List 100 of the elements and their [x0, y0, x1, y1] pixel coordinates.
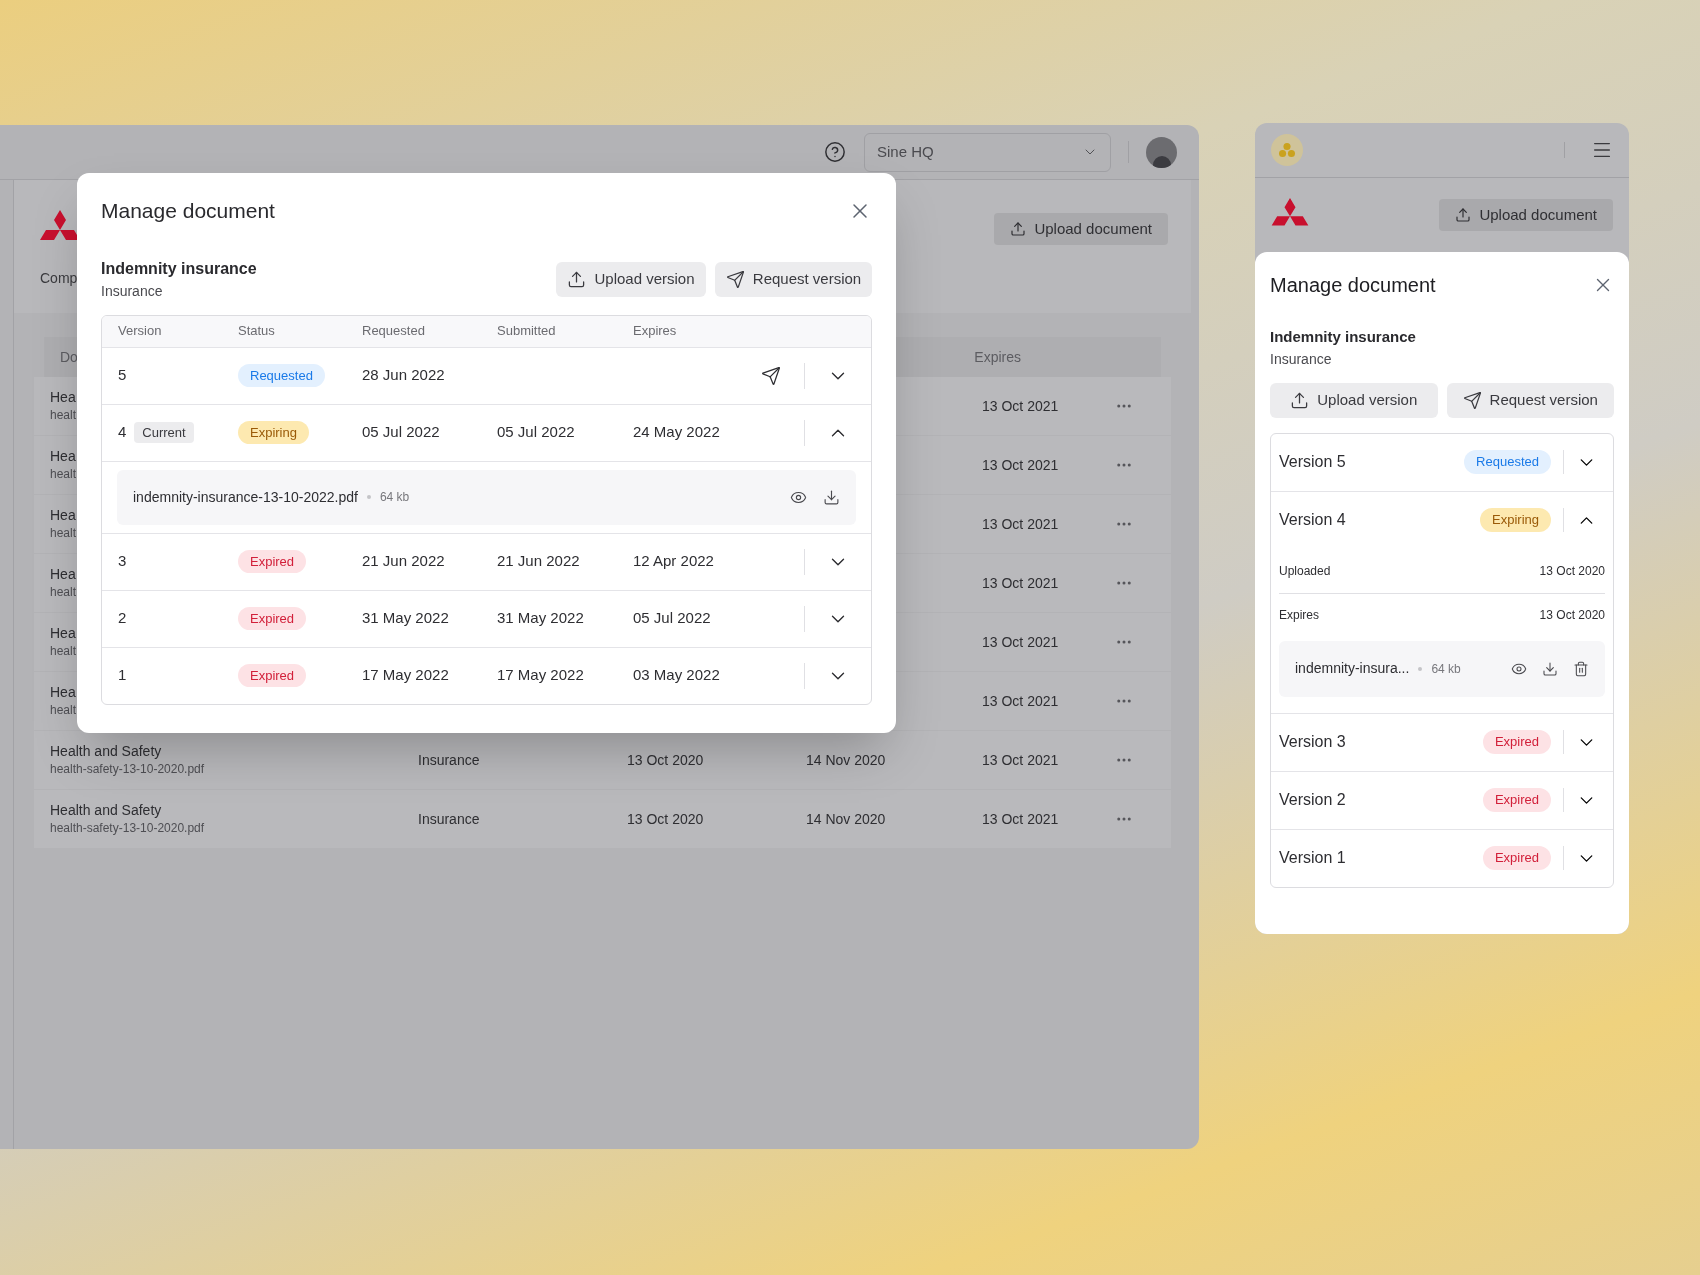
trash-icon[interactable] — [1573, 660, 1589, 677]
file-size: 64 kb — [379, 489, 410, 506]
upload-icon — [1010, 221, 1027, 237]
avatar[interactable] — [1146, 136, 1177, 168]
table-cell: 14 Nov 2020 — [806, 810, 886, 827]
status-badge: Expiring — [1480, 508, 1551, 532]
version-title[interactable]: Version 1 — [1279, 846, 1346, 870]
table-cell: 13 Oct 2021 — [982, 633, 1059, 650]
file-name: healt — [50, 525, 77, 542]
document-name: Hea — [50, 388, 76, 406]
version-title[interactable]: Version 5 — [1279, 450, 1346, 474]
version-title[interactable]: Version 2 — [1279, 788, 1346, 812]
document-category: Insurance — [1270, 349, 1332, 369]
table-cell: 13 Oct 2021 — [982, 397, 1059, 414]
column-header: Submitted — [497, 322, 557, 341]
detail-label: Expires — [1279, 607, 1319, 624]
column-header: Do — [60, 347, 78, 367]
file-name: indemnity-insura... — [1295, 659, 1410, 678]
table-cell: 13 Oct 2021 — [982, 574, 1059, 591]
version-number: 5 — [118, 365, 127, 386]
modal-title: Manage document — [101, 198, 275, 224]
table-cell: 05 Jul 2022 — [633, 609, 711, 627]
table-cell: 13 Oct 2021 — [982, 515, 1059, 532]
status-badge: Requested — [1464, 450, 1551, 474]
column-header: Status — [238, 322, 276, 341]
version-number: 3 — [118, 551, 127, 572]
file-name: indemnity-insurance-13-10-2022.pdf — [133, 487, 358, 507]
logo-icon — [1271, 134, 1303, 166]
file-name: healt — [50, 702, 77, 719]
document-name: Indemnity insurance — [101, 258, 257, 279]
workspace-select[interactable]: Sine HQ — [864, 132, 1111, 172]
table-cell: 05 Jul 2022 — [497, 423, 575, 441]
table-cell: 14 Nov 2020 — [806, 751, 886, 768]
detail-value: 13 Oct 2020 — [1539, 562, 1605, 580]
status-badge: Expired — [238, 663, 307, 688]
table-cell: 17 May 2022 — [362, 666, 449, 684]
paper-plane-icon[interactable] — [761, 365, 781, 386]
version-title[interactable]: Version 4 — [1279, 508, 1346, 532]
table-cell: 31 May 2022 — [362, 609, 449, 627]
table-cell: 21 Jun 2022 — [497, 552, 580, 570]
help-icon[interactable] — [824, 141, 846, 163]
paper-plane-icon — [1462, 390, 1482, 410]
upload-version-button[interactable]: Upload version — [556, 261, 706, 297]
version-title[interactable]: Version 3 — [1279, 730, 1346, 754]
table-cell: 31 May 2022 — [497, 609, 584, 627]
table-cell: 13 Oct 2021 — [982, 810, 1059, 827]
upload-icon — [1290, 390, 1310, 410]
file-name: healt — [50, 466, 77, 483]
table-cell: 28 Jun 2022 — [362, 366, 445, 384]
section-label: Comp — [40, 269, 79, 288]
status-badge: Expired — [1482, 730, 1551, 754]
upload-icon — [567, 269, 587, 289]
table-cell: 05 Jul 2022 — [362, 423, 440, 441]
table-cell: 17 May 2022 — [497, 666, 584, 684]
table-cell: 24 May 2022 — [633, 423, 720, 441]
table-cell: 12 Apr 2022 — [633, 552, 714, 570]
document-name: Hea — [50, 447, 76, 465]
column-header: Requested — [362, 322, 426, 341]
column-header: Expires — [633, 322, 678, 341]
version-number: 4 — [118, 422, 127, 443]
table-row[interactable]: Health and Safety health-safety-13-10-2020.pdf Insurance 13 Oct 2020 14 Nov 2020 13 Oct 2021 — [34, 790, 1171, 848]
file-name: health-safety-13-10-2020.pdf — [50, 761, 205, 778]
column-header: Version — [118, 322, 163, 341]
document-name: Health and Safety — [50, 801, 162, 819]
current-tag: Current — [134, 421, 194, 444]
document-name: Indemnity insurance — [1270, 327, 1416, 347]
status-badge: Expired — [238, 606, 307, 631]
document-name: Hea — [50, 506, 76, 524]
table-cell: 21 Jun 2022 — [362, 552, 445, 570]
modal-title: Manage document — [1270, 273, 1436, 298]
request-version-button[interactable]: Request version — [1446, 382, 1614, 418]
document-name: Health and Safety — [50, 742, 162, 760]
status-badge: Expired — [1482, 788, 1551, 812]
download-icon[interactable] — [1542, 660, 1558, 677]
table-cell: Insurance — [418, 810, 480, 827]
detail-value: 13 Oct 2020 — [1539, 607, 1605, 624]
table-cell: 13 Oct 2021 — [982, 456, 1059, 473]
file-name: healt — [50, 584, 77, 601]
column-header: Expires — [974, 347, 1021, 367]
document-name: Hea — [50, 624, 76, 642]
status-badge: Requested — [238, 363, 325, 388]
upload-icon — [1455, 207, 1472, 223]
file-size: 64 kb — [1431, 660, 1461, 678]
table-row[interactable]: Health and Safety health-safety-13-10-2020.pdf Insurance 13 Oct 2020 14 Nov 2020 13 Oct 2021 — [34, 731, 1171, 789]
document-category: Insurance — [101, 281, 164, 301]
table-cell: 13 Oct 2021 — [982, 751, 1059, 768]
upload-document-button[interactable]: Upload document — [1439, 199, 1613, 231]
table-cell: 13 Oct 2021 — [982, 692, 1059, 709]
download-icon[interactable] — [823, 488, 840, 506]
file-name: health-safety-13-10-2020.pdf — [50, 820, 205, 837]
file-name: healt — [50, 643, 77, 660]
upload-document-button[interactable]: Upload document — [994, 213, 1168, 245]
document-name: Hea — [50, 683, 76, 701]
request-version-button[interactable]: Request version — [715, 261, 872, 297]
version-number: 1 — [118, 665, 127, 686]
file-name: healt — [50, 407, 77, 424]
status-badge: Expired — [1482, 846, 1551, 870]
upload-version-button[interactable]: Upload version — [1270, 382, 1438, 418]
table-cell: 13 Oct 2020 — [627, 810, 704, 827]
version-number: 2 — [118, 608, 127, 629]
